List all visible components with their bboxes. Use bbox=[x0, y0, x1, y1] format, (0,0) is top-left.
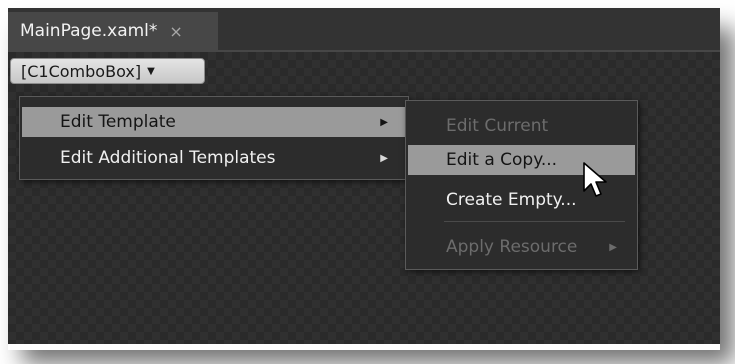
chevron-right-icon: ▶ bbox=[609, 241, 617, 253]
submenu-item-edit-current[interactable]: Edit Current bbox=[408, 111, 635, 141]
context-menu: Edit Template ▶ Edit Additional Template… bbox=[19, 96, 409, 180]
menu-item-label: Apply Resource bbox=[446, 237, 578, 257]
menu-item-label: Edit a Copy... bbox=[446, 150, 558, 170]
chevron-down-icon: ▼ bbox=[147, 65, 155, 77]
mouse-pointer-icon bbox=[583, 162, 607, 197]
close-icon[interactable]: × bbox=[169, 22, 182, 41]
menu-item-label: Create Empty... bbox=[446, 190, 577, 210]
menu-item-label: Edit Additional Templates bbox=[60, 148, 276, 168]
chevron-right-icon: ▶ bbox=[380, 152, 388, 164]
menu-item-edit-additional-templates[interactable]: Edit Additional Templates ▶ bbox=[22, 143, 406, 173]
element-selector-button[interactable]: [C1ComboBox] ▼ bbox=[10, 58, 205, 84]
document-tab[interactable]: MainPage.xaml* × bbox=[8, 12, 218, 50]
menu-item-label: Edit Current bbox=[446, 116, 549, 136]
submenu-item-apply-resource[interactable]: Apply Resource ▶ bbox=[408, 232, 635, 262]
menu-separator bbox=[444, 221, 625, 222]
document-tab-title: MainPage.xaml* bbox=[20, 21, 158, 41]
menu-item-label: Edit Template bbox=[60, 112, 176, 132]
menu-item-edit-template[interactable]: Edit Template ▶ bbox=[22, 107, 406, 137]
document-tabstrip: MainPage.xaml* × bbox=[8, 8, 720, 52]
chevron-right-icon: ▶ bbox=[380, 116, 388, 128]
element-selector-label: [C1ComboBox] bbox=[21, 61, 142, 81]
